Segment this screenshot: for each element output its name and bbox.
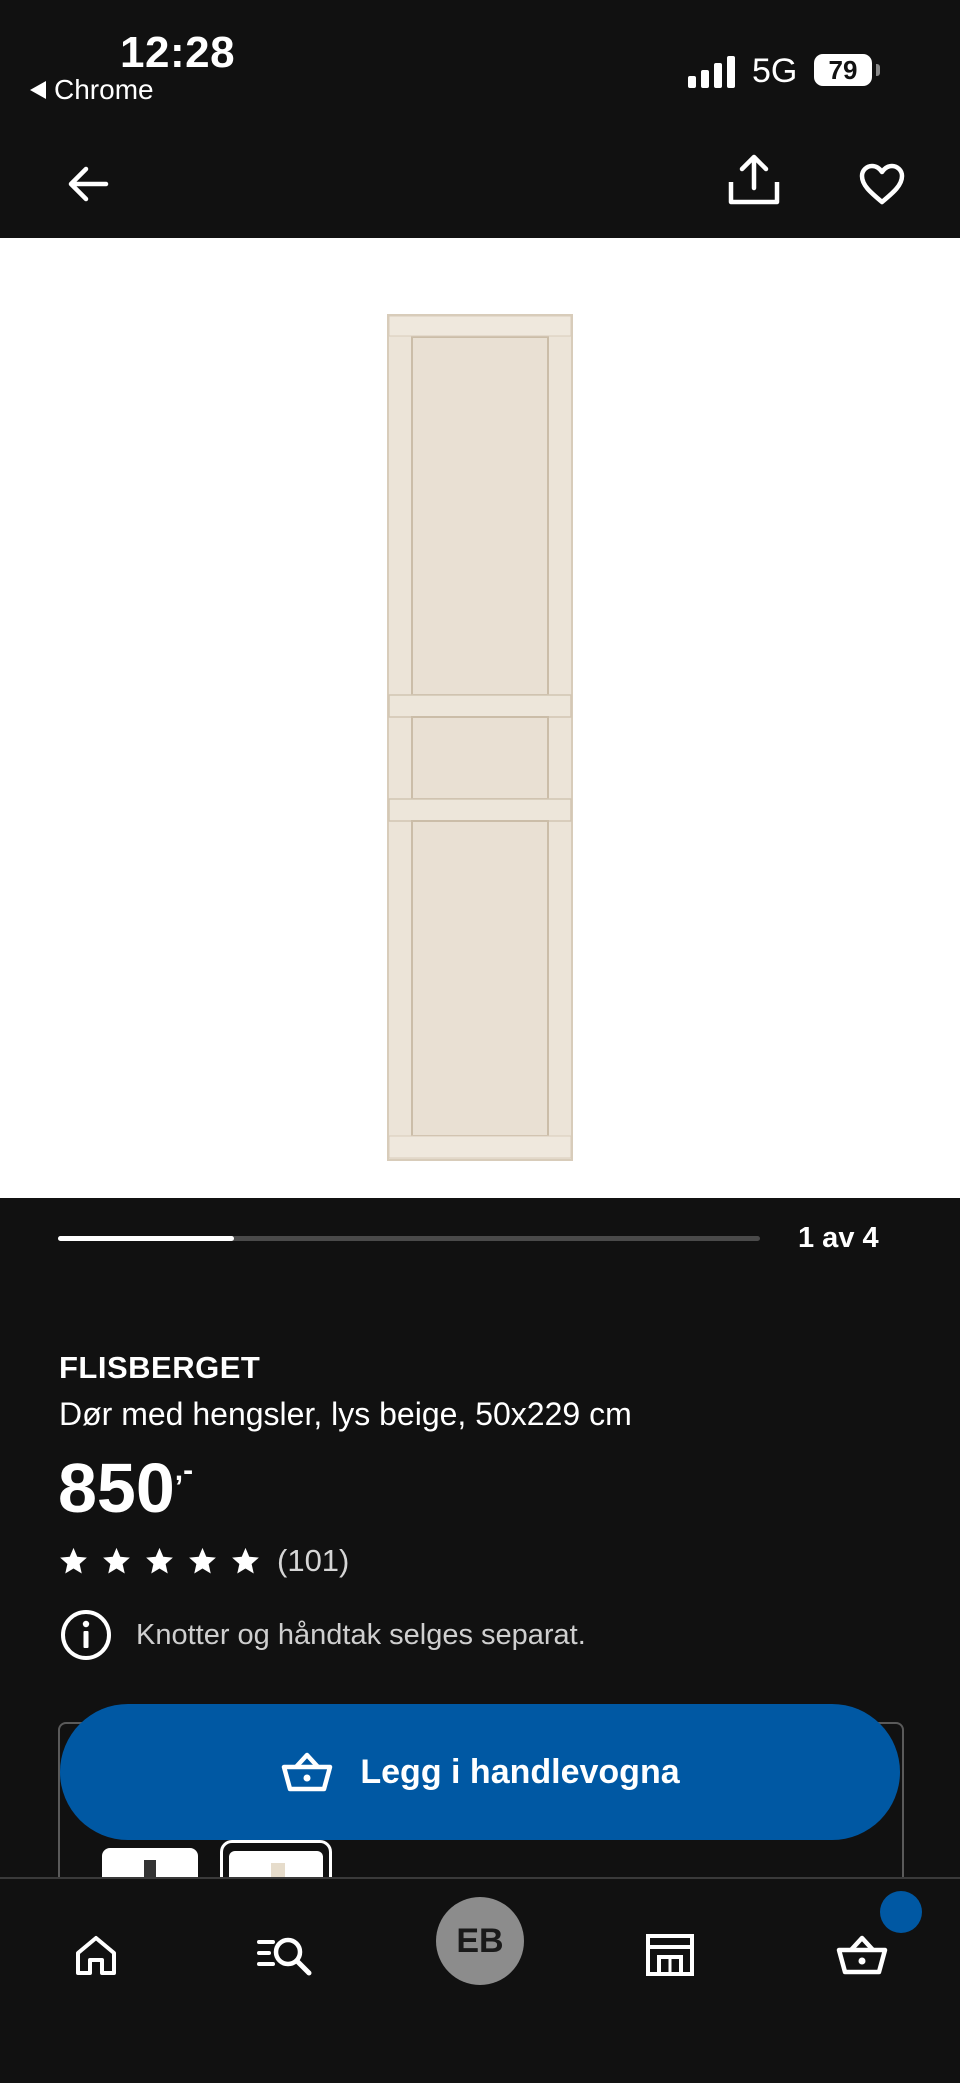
heart-icon <box>859 163 905 205</box>
tab-home[interactable] <box>60 1919 132 1991</box>
store-icon <box>646 1934 694 1976</box>
status-time: 12:28 <box>120 28 236 77</box>
product-image-door <box>387 314 573 1161</box>
product-notice: Knotter og håndtak selges separat. <box>60 1609 586 1661</box>
tab-store[interactable] <box>634 1919 706 1991</box>
add-to-cart-button[interactable]: Legg i handlevogna <box>60 1704 900 1840</box>
product-price: 850 ,- <box>58 1448 193 1528</box>
basket-icon <box>282 1752 333 1792</box>
product-name: FLISBERGET <box>59 1350 261 1385</box>
network-type: 5G <box>752 52 798 90</box>
favorite-button[interactable] <box>850 152 914 216</box>
price-suffix: ,- <box>174 1454 194 1487</box>
add-to-cart-label: Legg i handlevogna <box>360 1752 680 1791</box>
price-value: 850 <box>58 1449 175 1527</box>
tab-profile-avatar[interactable]: EB <box>436 1897 524 1985</box>
back-to-app-link[interactable]: Chrome <box>30 74 154 106</box>
gallery-progress-fill <box>58 1236 234 1241</box>
basket-icon <box>836 1935 888 1975</box>
cellular-signal-icon <box>688 54 735 88</box>
info-icon <box>61 1610 111 1660</box>
back-button[interactable] <box>56 152 120 216</box>
rating-stars <box>58 1546 261 1576</box>
share-icon <box>728 154 780 205</box>
star-icon <box>146 1547 173 1574</box>
search-list-icon <box>257 1937 312 1976</box>
battery-tip <box>876 64 880 76</box>
notice-text: Knotter og håndtak selges separat. <box>136 1618 586 1651</box>
rating-count: (101) <box>277 1543 350 1578</box>
bottom-navigation: EB <box>0 1877 960 2083</box>
product-description: Dør med hengsler, lys beige, 50x229 cm <box>59 1396 632 1432</box>
home-icon <box>76 1936 116 1975</box>
star-icon <box>60 1547 87 1574</box>
star-icon <box>103 1547 130 1574</box>
back-app-label: Chrome <box>54 74 154 105</box>
tab-cart[interactable] <box>826 1919 898 1991</box>
back-triangle-icon <box>30 81 46 99</box>
gallery-counter: 1 av 4 <box>798 1222 879 1254</box>
arrow-left-icon <box>68 166 109 202</box>
gallery-progress-track <box>58 1236 760 1241</box>
product-image-gallery[interactable] <box>0 238 960 1198</box>
share-button[interactable] <box>722 148 786 212</box>
star-icon <box>232 1547 259 1574</box>
product-rating[interactable]: (101) <box>58 1543 349 1579</box>
battery-level: 79 <box>814 54 872 86</box>
cart-badge <box>880 1891 922 1933</box>
star-icon <box>189 1547 216 1574</box>
tab-search[interactable] <box>250 1919 322 1991</box>
